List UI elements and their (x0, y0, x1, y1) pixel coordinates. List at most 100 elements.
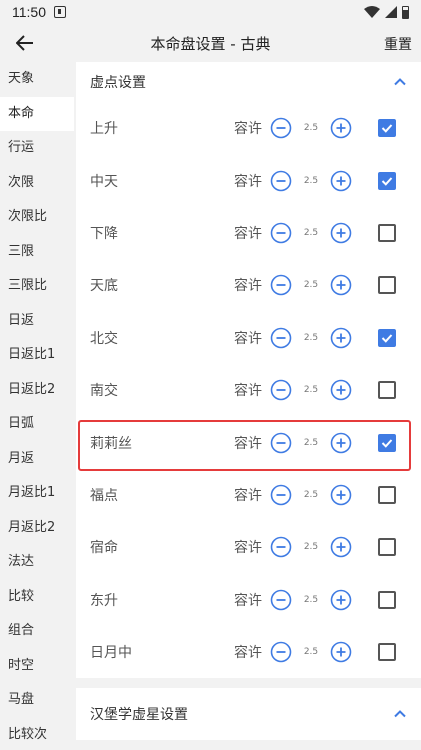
sidebar-item[interactable]: 行运 (0, 131, 74, 165)
point-checkbox[interactable] (378, 643, 396, 662)
plus-icon[interactable] (330, 274, 352, 296)
sidebar-item[interactable]: 比较 (0, 580, 74, 614)
orb-value: 2.5 (303, 227, 319, 238)
minus-icon[interactable] (270, 589, 292, 611)
plus-icon[interactable] (330, 327, 352, 349)
plus-icon[interactable] (330, 222, 352, 244)
plus-icon[interactable] (330, 536, 352, 558)
status-bar: 11:50 (0, 0, 421, 24)
orb-value: 2.5 (303, 489, 319, 500)
sidebar-item[interactable]: 天象 (0, 62, 74, 96)
wifi-icon (364, 6, 380, 18)
section-header[interactable]: 虚点设置 (76, 62, 421, 102)
point-checkbox[interactable] (378, 485, 396, 504)
point-checkbox[interactable] (378, 119, 396, 138)
chevron-up-icon[interactable] (393, 75, 407, 89)
point-checkbox[interactable] (378, 223, 396, 242)
point-name: 上升 (90, 121, 118, 138)
minus-icon[interactable] (270, 484, 292, 506)
point-checkbox[interactable] (378, 276, 396, 295)
point-row: 南交 容许 2.5 (76, 364, 421, 416)
point-name: 中天 (90, 173, 118, 190)
orb-value: 2.5 (303, 542, 319, 553)
minus-icon[interactable] (270, 536, 292, 558)
sidebar-item[interactable]: 本命 (0, 96, 74, 131)
plus-icon[interactable] (330, 170, 352, 192)
check-icon (381, 176, 393, 186)
minus-icon[interactable] (270, 641, 292, 663)
point-checkbox[interactable] (378, 328, 396, 347)
tolerance-label: 容许 (234, 487, 262, 504)
points-list: 上升 容许 2.5 中天 容许 2.5 下降 容许 2.5 天底 容许 2.5 北交 容许… (76, 102, 421, 678)
point-row: 莉莉丝 容许 2.5 (76, 416, 421, 468)
orb-value: 2.5 (303, 123, 319, 134)
sidebar-item[interactable]: 月返比1 (0, 476, 74, 510)
sidebar-item[interactable]: 月返 (0, 442, 74, 476)
sidebar-item[interactable]: 马盘 (0, 683, 74, 717)
point-row: 下降 容许 2.5 (76, 207, 421, 259)
minus-icon[interactable] (270, 222, 292, 244)
sidebar-item[interactable]: 时空 (0, 649, 74, 683)
point-name: 福点 (90, 487, 118, 504)
reset-button[interactable]: 重置 (384, 34, 412, 54)
point-checkbox[interactable] (378, 171, 396, 190)
check-icon (381, 438, 393, 448)
plus-icon[interactable] (330, 379, 352, 401)
sidebar-item[interactable]: 月返比2 (0, 511, 74, 545)
signal-icon (385, 6, 397, 18)
tolerance-label: 容许 (234, 540, 262, 557)
sidebar-item[interactable]: 日弧 (0, 407, 74, 441)
section-header[interactable]: 汉堡学虚星设置 (76, 688, 421, 740)
plus-icon[interactable] (330, 432, 352, 454)
sidebar-item[interactable]: 日返比2 (0, 373, 74, 407)
plus-icon[interactable] (330, 484, 352, 506)
tolerance-label: 容许 (234, 435, 262, 452)
minus-icon[interactable] (270, 170, 292, 192)
point-name: 宿命 (90, 540, 118, 557)
sidebar-item[interactable]: 次限比 (0, 200, 74, 234)
tolerance-label: 容许 (234, 645, 262, 662)
minus-icon[interactable] (270, 327, 292, 349)
sidebar-item[interactable]: 日返比1 (0, 338, 74, 372)
sidebar-item[interactable]: 三限 (0, 235, 74, 269)
point-checkbox[interactable] (378, 538, 396, 557)
minus-icon[interactable] (270, 379, 292, 401)
point-checkbox[interactable] (378, 433, 396, 452)
tolerance-label: 容许 (234, 278, 262, 295)
chevron-up-icon[interactable] (393, 707, 407, 721)
minus-icon[interactable] (270, 432, 292, 454)
minus-icon[interactable] (270, 117, 292, 139)
sidebar-item[interactable]: 组合 (0, 614, 74, 648)
tolerance-label: 容许 (234, 173, 262, 190)
point-checkbox[interactable] (378, 590, 396, 609)
plus-icon[interactable] (330, 641, 352, 663)
tolerance-label: 容许 (234, 330, 262, 347)
sidebar-item[interactable]: 日返 (0, 304, 74, 338)
notification-icon (54, 6, 66, 18)
point-checkbox[interactable] (378, 381, 396, 400)
orb-value: 2.5 (303, 594, 319, 605)
point-name: 东升 (90, 592, 118, 609)
point-row: 中天 容许 2.5 (76, 154, 421, 206)
sidebar-item[interactable]: 比较次 (0, 718, 74, 750)
point-name: 天底 (90, 278, 118, 295)
sidebar-item[interactable]: 法达 (0, 545, 74, 579)
point-row: 日月中 容许 2.5 (76, 626, 421, 678)
page-title: 本命盘设置 - 古典 (150, 34, 271, 53)
point-name: 莉莉丝 (90, 435, 132, 452)
back-button[interactable] (0, 24, 50, 62)
plus-icon[interactable] (330, 117, 352, 139)
plus-icon[interactable] (330, 589, 352, 611)
sidebar-item[interactable]: 三限比 (0, 269, 74, 303)
section-title: 虚点设置 (90, 75, 146, 91)
sidebar-item[interactable]: 次限 (0, 166, 74, 200)
section-title: 汉堡学虚星设置 (90, 707, 188, 724)
check-icon (381, 334, 393, 343)
point-row: 宿命 容许 2.5 (76, 521, 421, 573)
point-name: 日月中 (90, 645, 132, 662)
minus-icon[interactable] (270, 274, 292, 296)
hamburg-section: 汉堡学虚星设置 (76, 688, 421, 741)
status-time: 11:50 (12, 4, 46, 20)
tolerance-label: 容许 (234, 383, 262, 400)
virtual-points-section: 虚点设置 上升 容许 2.5 中天 容许 2.5 下降 容许 2.5 天底 容许 2.5… (76, 62, 421, 679)
